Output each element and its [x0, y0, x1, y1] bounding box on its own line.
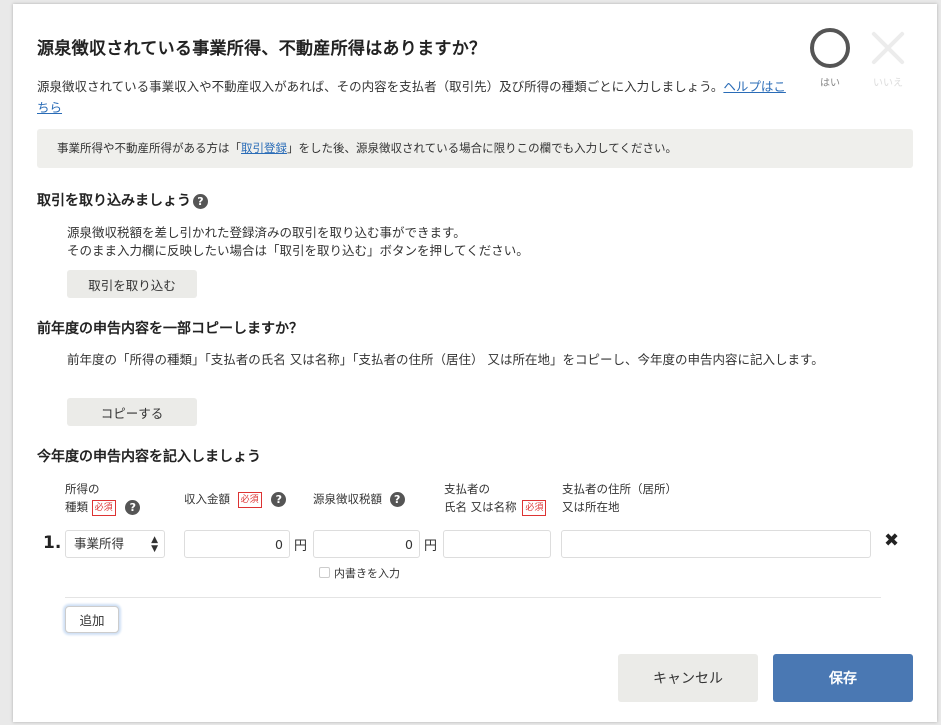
breakdown-label: 内書きを入力 [334, 567, 400, 580]
column-payer-name-line2: 氏名 又は名称 必須 [444, 498, 547, 516]
payer-name-input[interactable] [443, 530, 551, 558]
copy-button[interactable]: コピーする [67, 398, 197, 426]
income-amount-input[interactable] [184, 530, 290, 558]
row-number: 1. [43, 533, 62, 553]
required-badge: 必須 [91, 499, 116, 516]
breakdown-checkbox[interactable]: 内書きを入力 [319, 565, 400, 581]
dialog: 源泉徴収されている事業所得、不動産所得はありますか？ はい いいえ 源泉徴収され… [13, 4, 937, 722]
copy-heading: 前年度の申告内容を一部コピーしますか？ [37, 321, 303, 337]
withholding-tax-input[interactable] [313, 530, 420, 558]
payer-address-input[interactable] [561, 530, 871, 558]
import-line-2: そのまま入力欄に反映したい場合は「取引を取り込む」ボタンを押してください。 [67, 243, 529, 258]
entry-heading: 今年度の申告内容を記入しましょう [37, 449, 261, 465]
column-income-type-line1: 所得の [65, 482, 100, 496]
column-income-amount: 収入金額 必須 ? [184, 490, 287, 508]
notice-text-before: 事業所得や不動産所得がある方は「 [57, 141, 241, 155]
column-payer-address-line2: 又は所在地 [562, 500, 620, 514]
column-withholding-tax: 源泉徴収税額 ? [313, 490, 405, 508]
no-label: いいえ [873, 78, 903, 89]
help-icon[interactable]: ? [271, 492, 287, 507]
column-payer-address: 支払者の住所（居所） 又は所在地 [562, 480, 677, 516]
income-type-value: 事業所得 [74, 536, 125, 551]
copy-description: 前年度の「所得の種類」「支払者の氏名 又は名称」「支払者の住所（居住） 又は所在… [67, 352, 824, 367]
import-line-1: 源泉徴収税額を差し引かれた登録済みの取引を取り込む事ができます。 [67, 225, 466, 240]
required-badge: 必須 [522, 499, 547, 516]
dialog-title: 源泉徴収されている事業所得、不動産所得はありますか？ [37, 39, 487, 59]
transaction-register-link[interactable]: 取引登録 [241, 141, 287, 155]
add-row-button[interactable]: 追加 [65, 606, 119, 633]
notice-text-after: 」をした後、源泉徴収されている場合に限りこの欄でも入力してください。 [287, 141, 677, 155]
circle-icon [810, 28, 850, 68]
yes-label: はい [820, 78, 840, 89]
help-icon[interactable]: ? [389, 492, 405, 507]
column-withholding-tax-text: 源泉徴収税額 [313, 492, 382, 506]
column-income-type-text: 種類 [65, 500, 88, 514]
cross-icon [868, 28, 908, 68]
yen-unit: 円 [424, 539, 438, 554]
help-icon[interactable]: ? [193, 193, 208, 209]
column-income-type: 所得の 種類 必須 ? [65, 480, 141, 516]
yes-option[interactable]: はい [807, 28, 853, 89]
cancel-button[interactable]: キャンセル [618, 654, 758, 702]
import-heading: 取引を取り込みましょう? [37, 190, 208, 210]
help-icon[interactable]: ? [125, 500, 141, 515]
column-payer-name: 支払者の 氏名 又は名称 必須 [444, 480, 547, 516]
no-option[interactable]: いいえ [865, 28, 911, 89]
delete-row-icon[interactable]: ✖ [884, 530, 899, 551]
column-payer-name-line1: 支払者の [444, 482, 490, 496]
dialog-description: 源泉徴収されている事業収入や不動産収入があれば、その内容を支払者（取引先）及び所… [37, 76, 797, 118]
save-button[interactable]: 保存 [773, 654, 913, 702]
import-transactions-button[interactable]: 取引を取り込む [67, 270, 197, 298]
column-income-amount-text: 収入金額 [184, 492, 230, 506]
import-heading-text: 取引を取り込みましょう [37, 193, 191, 209]
column-payer-name-text: 氏名 又は名称 [444, 500, 517, 514]
divider [65, 597, 881, 598]
notice-box: 事業所得や不動産所得がある方は「取引登録」をした後、源泉徴収されている場合に限り… [37, 129, 913, 168]
checkbox-icon[interactable] [319, 567, 330, 578]
description-text: 源泉徴収されている事業収入や不動産収入があれば、その内容を支払者（取引先）及び所… [37, 79, 724, 94]
income-type-select[interactable]: 事業所得 ▲ ▼ [65, 530, 165, 558]
select-arrows-icon: ▲ ▼ [151, 535, 158, 554]
import-description: 源泉徴収税額を差し引かれた登録済みの取引を取り込む事ができます。 そのまま入力欄… [67, 224, 917, 260]
column-income-type-line2: 種類 必須 ? [65, 498, 141, 516]
yen-unit: 円 [294, 539, 308, 554]
column-payer-address-line1: 支払者の住所（居所） [562, 482, 677, 496]
required-badge: 必須 [237, 491, 262, 508]
